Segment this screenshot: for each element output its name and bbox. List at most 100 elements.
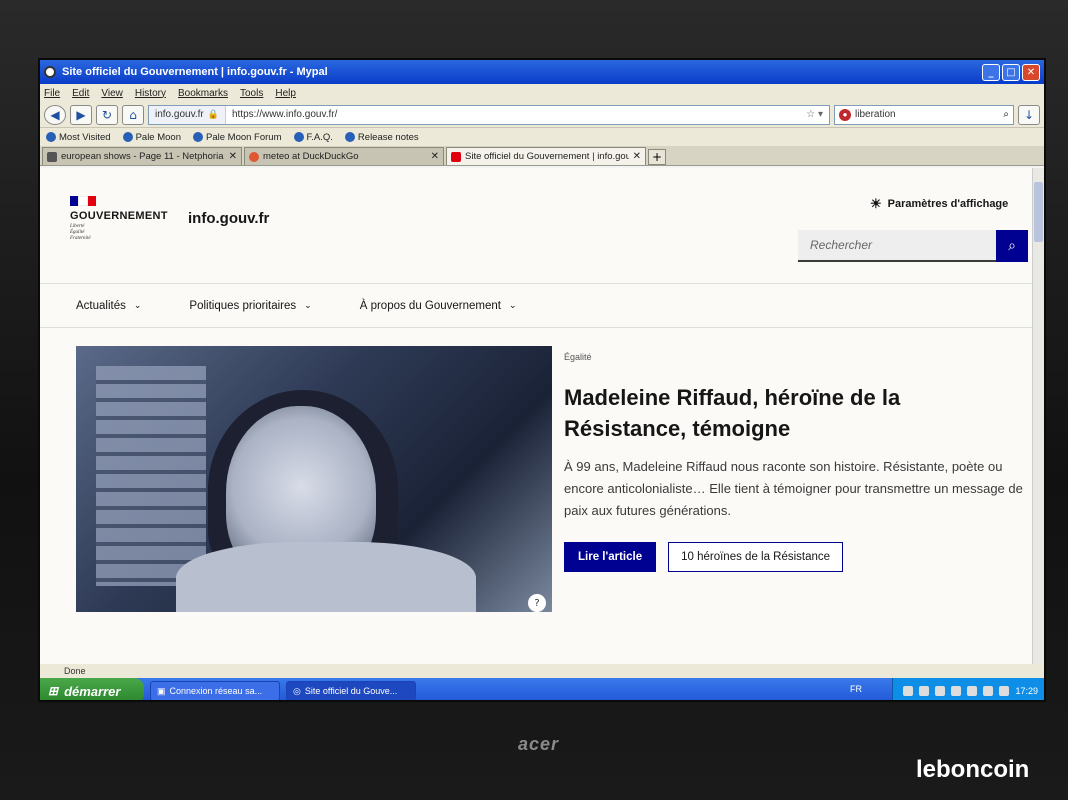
hero-tag[interactable]: Égalité [564,352,592,362]
nav-actualites[interactable]: Actualités ⌄ [76,300,141,312]
forward-button[interactable]: ▶ [70,104,92,125]
government-logo[interactable]: GOUVERNEMENT Liberté Égalité Fraternité [70,196,170,242]
site-name[interactable]: info.gouv.fr [188,210,269,227]
watermark: leboncoin [916,756,1030,783]
logo-text: GOUVERNEMENT [70,210,168,222]
search-query[interactable]: liberation [855,109,999,120]
tab-favicon-icon [451,151,461,162]
hero-title: Madeleine Riffaud, héroïne de la Résista… [564,385,901,441]
bookmarks-toolbar: Most Visited Pale Moon Pale Moon Forum F… [40,128,1044,146]
url-bar[interactable]: info.gouv.fr 🔒 https://www.info.gouv.fr/… [148,104,830,125]
tray-icon[interactable] [903,686,914,696]
bookmark-pale-moon-forum[interactable]: Pale Moon Forum [193,132,282,143]
heroines-button[interactable]: 10 héroïnes de la Résistance [668,542,844,572]
laptop-brand-logo: acer [518,734,560,754]
maximize-button[interactable]: □ [1002,63,1020,81]
lock-icon: 🔒 [207,109,219,119]
taskbar: ⊞ démarrer ▣ Connexion réseau sa... ◎ Si… [40,678,1044,700]
globe-icon [293,132,304,142]
tab-netphoria[interactable]: european shows - Page 11 - Netphoria M..… [42,147,242,165]
windows-logo-icon: ⊞ [48,684,59,698]
scrollbar-thumb[interactable] [1034,182,1043,242]
menu-history[interactable]: History [135,88,166,99]
search-icon[interactable]: ⌕ [1003,109,1009,120]
menu-bookmarks[interactable]: Bookmarks [178,88,228,99]
menu-file[interactable]: File [44,88,60,99]
tray-icon[interactable] [935,686,946,696]
site-search-input[interactable]: Rechercher [798,230,996,262]
bookmark-label: Pale Moon [135,131,181,143]
tab-close-icon[interactable]: ✕ [633,151,641,162]
tray-icon[interactable] [919,686,930,696]
back-button[interactable]: ◀ [44,104,66,125]
web-page: GOUVERNEMENT Liberté Égalité Fraternité … [40,168,1036,664]
bookmark-star-icon[interactable]: ☆ ▾ [800,109,829,120]
chevron-down-icon: ⌄ [133,300,142,310]
tab-close-icon[interactable]: ✕ [229,151,237,162]
clock: 17:29 [1015,686,1038,696]
search-icon: ⌕ [1008,238,1016,254]
laptop-bezel: Site officiel du Gouvernement | info.gou… [0,0,1068,800]
menu-view[interactable]: View [101,88,123,99]
close-button[interactable]: ✕ [1022,63,1040,81]
tab-close-icon[interactable]: ✕ [431,151,439,162]
search-engine-icon[interactable]: ● [839,108,851,121]
menu-help[interactable]: Help [275,88,296,99]
tab-favicon-icon [47,151,57,162]
system-tray: 17:29 [892,678,1044,700]
french-flag-icon [70,196,96,206]
task-network-connection[interactable]: ▣ Connexion réseau sa... [150,681,280,700]
sun-icon: ☀ [870,196,882,211]
nav-label: Actualités [76,299,126,312]
minimize-button[interactable]: _ [982,63,1000,81]
hero-section: ? Égalité Madeleine Riffaud, héroïne de … [40,328,1036,664]
window-title-bar[interactable]: Site officiel du Gouvernement | info.gou… [40,60,1044,84]
bookmark-label: Most Visited [59,131,111,143]
tab-info-gouv[interactable]: Site officiel du Gouvernement | info.gou… [446,147,646,165]
globe-icon [122,132,133,142]
nav-politiques-prioritaires[interactable]: Politiques prioritaires ⌄ [189,300,311,312]
menu-edit[interactable]: Edit [72,88,89,99]
globe-icon [344,132,355,142]
task-browser[interactable]: ◎ Site officiel du Gouve... [286,681,416,700]
task-label: Connexion réseau sa... [169,686,263,696]
menu-bar: File Edit View History Bookmarks Tools H… [40,84,1044,102]
url-text[interactable]: https://www.info.gouv.fr/ [226,109,800,120]
site-search-button[interactable]: ⌕ [996,230,1028,262]
site-search: Rechercher ⌕ [798,230,1028,262]
browser-icon: ◎ [293,685,301,696]
tray-icon[interactable] [967,686,978,696]
tray-icon[interactable] [999,686,1010,696]
logo-motto: Liberté Égalité Fraternité [70,224,170,242]
window-title: Site officiel du Gouvernement | info.gou… [62,66,328,78]
tab-label: european shows - Page 11 - Netphoria M..… [61,151,225,162]
bookmark-release-notes[interactable]: Release notes [344,132,419,143]
language-indicator[interactable]: FR [850,684,862,694]
tab-label: meteo at DuckDuckGo [263,151,359,162]
tab-label: Site officiel du Gouvernement | info.gou… [465,151,629,162]
menu-tools[interactable]: Tools [240,88,263,99]
start-button[interactable]: ⊞ démarrer [40,678,144,700]
new-tab-button[interactable]: + [648,149,666,165]
reload-button[interactable]: ↻ [96,104,118,125]
bookmark-most-visited[interactable]: Most Visited [46,132,111,143]
photo-books [96,366,206,586]
downloads-button[interactable]: ↓ [1018,104,1040,125]
read-article-button[interactable]: Lire l'article [564,542,657,572]
photo-credit-icon[interactable]: ? [528,594,546,612]
browser-app-icon [44,66,56,78]
vertical-scrollbar[interactable] [1032,168,1044,664]
tray-icon[interactable] [983,686,994,696]
home-button[interactable]: ⌂ [122,104,144,125]
navigation-toolbar: ◀ ▶ ↻ ⌂ info.gouv.fr 🔒 https://www.info.… [40,102,1044,128]
display-settings-button[interactable]: ☀ Paramètres d'affichage [870,196,1008,212]
bookmark-pale-moon[interactable]: Pale Moon [122,131,181,143]
search-box[interactable]: ● liberation ⌕ [834,104,1014,125]
hero-photo: ? [76,346,552,612]
tab-duckduckgo[interactable]: meteo at DuckDuckGo ✕ [244,147,444,165]
tray-icon[interactable] [951,686,962,696]
nav-a-propos[interactable]: À propos du Gouvernement ⌄ [360,300,517,312]
chevron-down-icon: ⌄ [508,300,517,310]
site-identity-button[interactable]: info.gouv.fr 🔒 [149,105,226,124]
bookmark-faq[interactable]: F.A.Q. [293,132,333,143]
